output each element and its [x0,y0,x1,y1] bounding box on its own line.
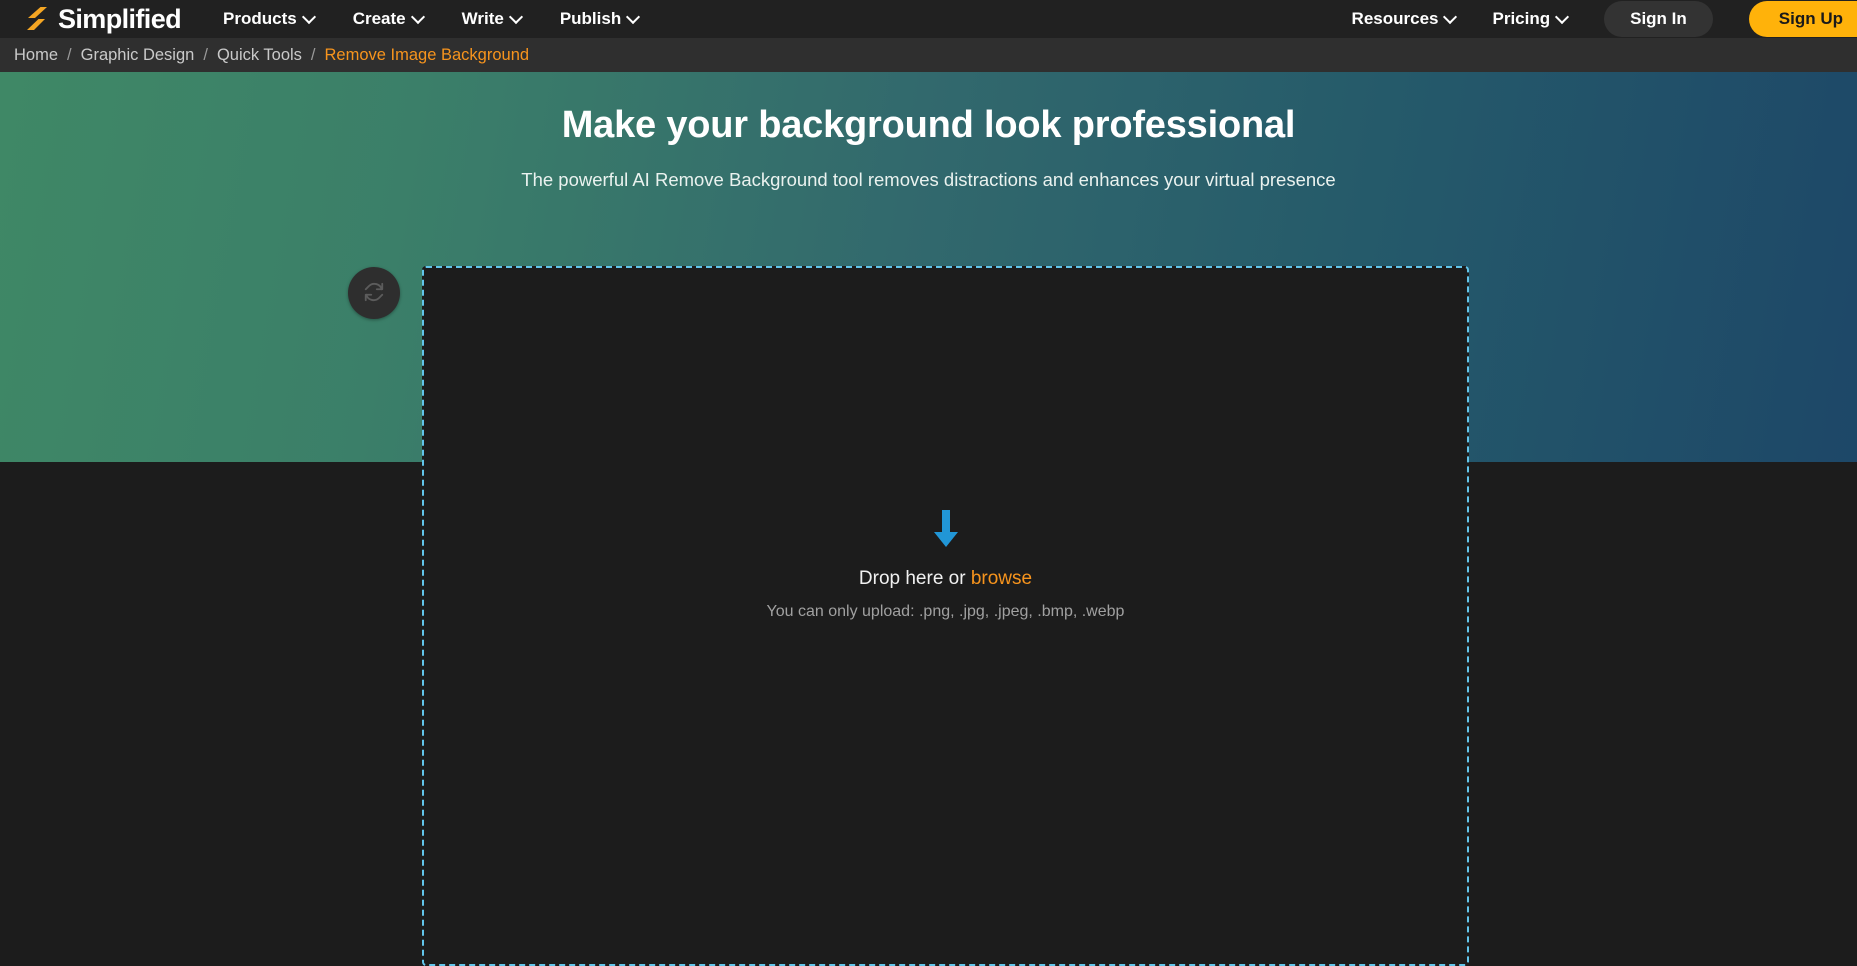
dropzone-format-hint: You can only upload: .png, .jpg, .jpeg, … [766,603,1125,620]
dropzone-prompt: Drop here or browse [859,568,1032,590]
nav-item-resources[interactable]: Resources [1352,9,1457,29]
breadcrumb-item-graphic-design[interactable]: Graphic Design [81,46,195,65]
nav-item-label: Publish [559,9,622,28]
breadcrumb: Home / Graphic Design / Quick Tools / Re… [0,38,1857,72]
sign-up-button[interactable]: Sign Up [1748,1,1857,37]
breadcrumb-item-quick-tools[interactable]: Quick Tools [217,46,302,65]
download-arrow-icon [932,510,960,548]
chevron-down-icon [1557,12,1568,23]
nav-item-pricing[interactable]: Pricing [1492,9,1568,29]
chevron-down-icon [511,12,522,23]
dropzone-prompt-text: Drop here or [858,568,971,589]
nav-item-label: Write [461,9,504,28]
refresh-icon [363,281,385,306]
tool-stage: Drop here or browse You can only upload:… [0,134,1857,966]
reset-button[interactable] [348,267,400,319]
dropzone-content: Drop here or browse You can only upload:… [424,510,1467,621]
nav-item-label: Create [352,9,406,28]
chevron-down-icon [413,12,424,23]
image-dropzone[interactable]: Drop here or browse You can only upload:… [422,266,1469,966]
brand-logo[interactable]: Simplified [24,3,182,34]
brand-name: Simplified [58,3,182,34]
nav-item-create[interactable]: Create [353,9,424,29]
primary-nav-links: Products Create Write Publish [223,9,639,29]
breadcrumb-item-remove-image-background: Remove Image Background [324,45,530,64]
breadcrumb-separator: / [67,45,72,64]
nav-item-label: Pricing [1492,9,1551,28]
sign-in-button[interactable]: Sign In [1604,1,1713,37]
nav-item-write[interactable]: Write [462,9,522,29]
breadcrumb-separator: / [310,45,316,64]
nav-item-label: Products [223,9,297,28]
chevron-down-icon [1445,12,1456,23]
top-navigation-bar: Simplified Products Create Write Publish… [0,0,1857,38]
chevron-down-icon [304,12,315,23]
breadcrumb-item-home[interactable]: Home [14,46,58,65]
breadcrumb-separator: / [203,45,208,64]
nav-item-label: Resources [1351,9,1439,28]
secondary-nav-links: Resources Pricing Sign In Sign Up [1352,0,1857,38]
nav-item-publish[interactable]: Publish [560,9,639,29]
chevron-down-icon [628,12,639,23]
browse-link[interactable]: browse [971,568,1032,589]
simplified-s-logo-icon [24,6,50,32]
nav-item-products[interactable]: Products [223,9,315,29]
